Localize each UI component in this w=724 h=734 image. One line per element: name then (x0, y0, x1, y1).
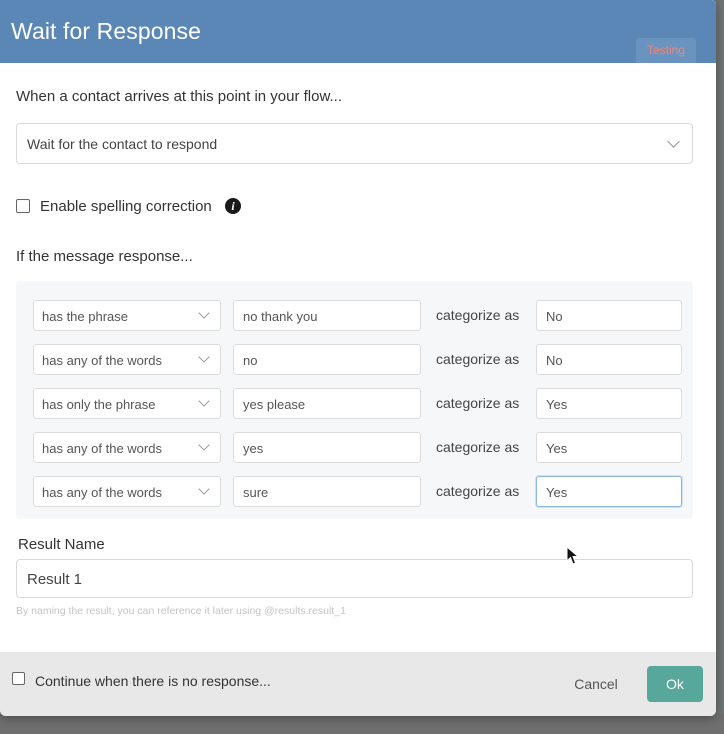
rule-operator-select[interactable]: has any of the words (33, 476, 221, 507)
rule-row: has any of the words no categorize as No (16, 344, 693, 375)
wait-mode-select[interactable]: Wait for the contact to respond (16, 123, 693, 164)
rule-category-value: No (546, 309, 563, 324)
spelling-correction-label[interactable]: Enable spelling correction (40, 198, 212, 215)
categorize-label: categorize as (436, 307, 520, 323)
arrival-label: When a contact arrives at this point in … (16, 88, 342, 105)
continue-no-response-label[interactable]: Continue when there is no response... (35, 673, 271, 689)
result-name-hint: By naming the result, you can reference … (16, 605, 346, 617)
info-icon[interactable]: i (225, 198, 241, 214)
rule-argument-value: yes please (243, 397, 306, 412)
rule-row: has the phrase no thank you categorize a… (16, 300, 693, 331)
rule-operator-value: has any of the words (42, 441, 162, 456)
rules-panel: has the phrase no thank you categorize a… (16, 281, 693, 519)
wait-for-response-dialog: Wait for Response Testing When a contact… (0, 0, 716, 716)
rule-category-input[interactable]: No (536, 344, 682, 375)
rule-argument-input[interactable]: yes please (233, 388, 421, 419)
spelling-correction-checkbox[interactable] (16, 199, 30, 213)
rule-operator-select[interactable]: has any of the words (33, 432, 221, 463)
rule-row: has any of the words yes categorize as Y… (16, 432, 693, 463)
rule-argument-value: no thank you (243, 309, 318, 324)
rule-operator-select[interactable]: has the phrase (33, 300, 221, 331)
mouse-cursor-icon (566, 546, 580, 565)
rule-operator-value: has the phrase (42, 309, 129, 324)
rule-argument-input[interactable]: no (233, 344, 421, 375)
rule-category-input[interactable]: No (536, 300, 682, 331)
wait-mode-value: Wait for the contact to respond (27, 136, 218, 152)
rule-operator-select[interactable]: has any of the words (33, 344, 221, 375)
categorize-label: categorize as (436, 483, 520, 499)
rule-argument-value: sure (243, 485, 269, 500)
chevron-down-icon (198, 483, 210, 495)
chevron-down-icon (667, 135, 680, 148)
rule-argument-input[interactable]: no thank you (233, 300, 421, 331)
continue-no-response-checkbox[interactable] (12, 672, 25, 685)
rule-category-input[interactable]: Yes (536, 388, 682, 419)
categorize-label: categorize as (436, 439, 520, 455)
rule-category-value: Yes (546, 397, 568, 412)
backdrop-bottom (0, 714, 724, 734)
rule-category-input[interactable]: Yes (536, 476, 682, 507)
rule-row: has any of the words sure categorize as … (16, 476, 693, 507)
testing-tab[interactable]: Testing (636, 38, 696, 63)
rule-category-value: Yes (546, 441, 568, 456)
result-name-input[interactable]: Result 1 (16, 559, 693, 598)
dialog-title: Wait for Response (11, 18, 202, 44)
rule-argument-value: yes (243, 441, 264, 456)
rule-argument-input[interactable]: yes (233, 432, 421, 463)
rule-argument-value: no (243, 353, 258, 368)
rule-operator-select[interactable]: has only the phrase (33, 388, 221, 419)
rules-label: If the message response... (16, 248, 193, 265)
rule-operator-value: has only the phrase (42, 397, 156, 412)
rule-argument-input[interactable]: sure (233, 476, 421, 507)
rule-operator-value: has any of the words (42, 353, 162, 368)
rule-operator-value: has any of the words (42, 485, 162, 500)
chevron-down-icon (198, 439, 210, 451)
ok-button[interactable]: Ok (647, 666, 703, 702)
rule-category-value: No (546, 353, 563, 368)
rule-category-value: Yes (546, 485, 568, 500)
dialog-footer: Continue when there is no response... Ca… (0, 652, 716, 716)
chevron-down-icon (198, 307, 210, 319)
rule-category-input[interactable]: Yes (536, 432, 682, 463)
cancel-button[interactable]: Cancel (556, 666, 636, 702)
categorize-label: categorize as (436, 395, 520, 411)
rule-row: has only the phrase yes please categoriz… (16, 388, 693, 419)
chevron-down-icon (198, 351, 210, 363)
categorize-label: categorize as (436, 351, 520, 367)
chevron-down-icon (198, 395, 210, 407)
result-name-label: Result Name (18, 536, 105, 553)
dialog-header: Wait for Response Testing (0, 0, 716, 63)
result-name-value: Result 1 (27, 571, 83, 588)
